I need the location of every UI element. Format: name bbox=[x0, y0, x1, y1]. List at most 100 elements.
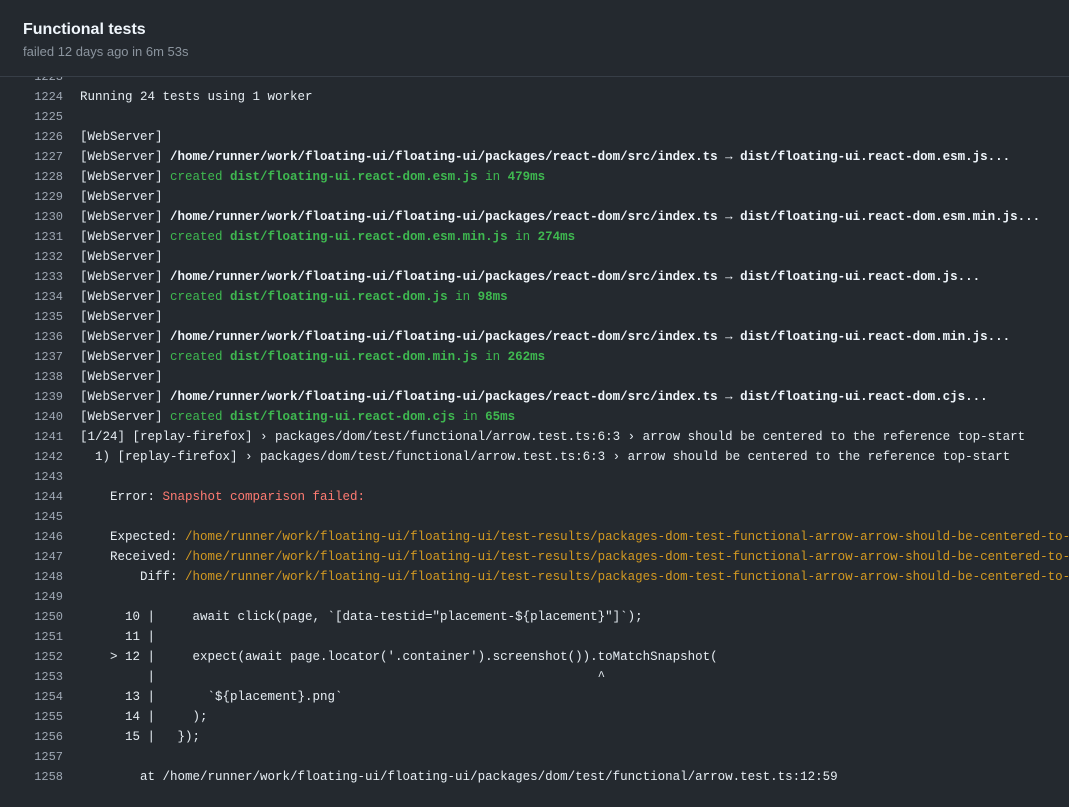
line-number[interactable]: 1230 bbox=[0, 207, 63, 227]
log-line[interactable]: 1248 Diff: /home/runner/work/floating-ui… bbox=[0, 567, 1069, 587]
log-line[interactable]: 1224 Running 24 tests using 1 worker bbox=[0, 87, 1069, 107]
log-line[interactable]: 1245 bbox=[0, 507, 1069, 527]
log-line-content: Received: /home/runner/work/floating-ui/… bbox=[63, 547, 1069, 567]
line-number[interactable]: 1225 bbox=[0, 107, 63, 127]
line-number[interactable]: 1247 bbox=[0, 547, 63, 567]
line-number[interactable]: 1237 bbox=[0, 347, 63, 367]
line-number[interactable]: 1235 bbox=[0, 307, 63, 327]
log-line-content: [WebServer] bbox=[63, 187, 163, 207]
line-number[interactable]: 1223 bbox=[0, 77, 63, 87]
log-line-content: 15 | }); bbox=[63, 727, 200, 747]
log-segment: Running 24 tests using 1 worker bbox=[80, 90, 313, 104]
log-line[interactable]: 1237 [WebServer] created dist/floating-ui… bbox=[0, 347, 1069, 367]
log-segment: created bbox=[170, 230, 231, 244]
log-segment: Expected: bbox=[80, 530, 186, 544]
line-number[interactable]: 1227 bbox=[0, 147, 63, 167]
log-segment: dist/floating-ui.react-dom.esm.min.js bbox=[230, 230, 508, 244]
line-number[interactable]: 1253 bbox=[0, 667, 63, 687]
log-line[interactable]: 1240 [WebServer] created dist/floating-ui… bbox=[0, 407, 1069, 427]
log-line[interactable]: 1239 [WebServer] /home/runner/work/floati… bbox=[0, 387, 1069, 407]
log-viewer[interactable]: 1223 1224 Running 24 tests using 1 worker 1… bbox=[0, 77, 1069, 806]
log-line[interactable]: 1225 bbox=[0, 107, 1069, 127]
line-number[interactable]: 1224 bbox=[0, 87, 63, 107]
log-line[interactable]: 1223 bbox=[0, 77, 1069, 87]
line-number[interactable]: 1250 bbox=[0, 607, 63, 627]
line-number[interactable]: 1251 bbox=[0, 627, 63, 647]
line-number[interactable]: 1240 bbox=[0, 407, 63, 427]
log-line[interactable]: 1247 Received: /home/runner/work/floatin… bbox=[0, 547, 1069, 567]
line-number[interactable]: 1245 bbox=[0, 507, 63, 527]
log-line[interactable]: 1251 11 | bbox=[0, 627, 1069, 647]
log-line[interactable]: 1257 bbox=[0, 747, 1069, 767]
log-line[interactable]: 1226 [WebServer] bbox=[0, 127, 1069, 147]
job-title: Functional tests bbox=[23, 21, 146, 38]
log-line[interactable]: 1255 14 | ); bbox=[0, 707, 1069, 727]
line-number[interactable]: 1256 bbox=[0, 727, 63, 747]
log-line[interactable]: 1243 bbox=[0, 467, 1069, 487]
log-segment: [WebServer] bbox=[80, 150, 171, 164]
line-number[interactable]: 1258 bbox=[0, 767, 63, 787]
line-number[interactable]: 1252 bbox=[0, 647, 63, 667]
log-line-content: [WebServer] created dist/floating-ui.rea… bbox=[63, 167, 545, 187]
log-line-content: [1/24] [replay-firefox] › packages/dom/t… bbox=[63, 427, 1025, 447]
log-line[interactable]: 1250 10 | await click(page, `[data-testi… bbox=[0, 607, 1069, 627]
line-number[interactable]: 1249 bbox=[0, 587, 63, 607]
log-line[interactable]: 1249 bbox=[0, 587, 1069, 607]
log-line-content: [WebServer] /home/runner/work/floating-u… bbox=[63, 387, 988, 407]
log-segment: 1) [replay-firefox] › packages/dom/test/… bbox=[80, 450, 1011, 464]
log-line[interactable]: 1253 | ^ bbox=[0, 667, 1069, 687]
log-line[interactable]: 1232 [WebServer] bbox=[0, 247, 1069, 267]
log-line[interactable]: 1246 Expected: /home/runner/work/floatin… bbox=[0, 527, 1069, 547]
log-line[interactable]: 1254 13 | `${placement}.png` bbox=[0, 687, 1069, 707]
line-number[interactable]: 1243 bbox=[0, 467, 63, 487]
line-number[interactable]: 1239 bbox=[0, 387, 63, 407]
line-number[interactable]: 1248 bbox=[0, 567, 63, 587]
log-segment: Diff: bbox=[80, 570, 186, 584]
log-line[interactable]: 1229 [WebServer] bbox=[0, 187, 1069, 207]
line-number[interactable]: 1228 bbox=[0, 167, 63, 187]
line-number[interactable]: 1238 bbox=[0, 367, 63, 387]
log-line-content: 13 | `${placement}.png` bbox=[63, 687, 343, 707]
log-line[interactable]: 1252 > 12 | expect(await page.locator('.… bbox=[0, 647, 1069, 667]
log-line[interactable]: 1256 15 | }); bbox=[0, 727, 1069, 747]
log-line-content: [WebServer] /home/runner/work/floating-u… bbox=[63, 207, 1040, 227]
line-number[interactable]: 1255 bbox=[0, 707, 63, 727]
log-line[interactable]: 1242 1) [replay-firefox] › packages/dom/… bbox=[0, 447, 1069, 467]
log-segment: > 12 | expect(await page.locator('.conta… bbox=[80, 650, 718, 664]
log-segment: [WebServer] bbox=[80, 170, 171, 184]
line-number[interactable]: 1233 bbox=[0, 267, 63, 287]
line-number[interactable]: 1232 bbox=[0, 247, 63, 267]
log-line[interactable]: 1244 Error: Snapshot comparison failed: bbox=[0, 487, 1069, 507]
log-segment: [WebServer] bbox=[80, 230, 171, 244]
log-line-content: > 12 | expect(await page.locator('.conta… bbox=[63, 647, 718, 667]
log-segment: created bbox=[170, 170, 231, 184]
line-number[interactable]: 1231 bbox=[0, 227, 63, 247]
log-line[interactable]: 1230 [WebServer] /home/runner/work/floati… bbox=[0, 207, 1069, 227]
log-line[interactable]: 1231 [WebServer] created dist/floating-ui… bbox=[0, 227, 1069, 247]
line-number[interactable]: 1242 bbox=[0, 447, 63, 467]
log-line[interactable]: 1238 [WebServer] bbox=[0, 367, 1069, 387]
log-segment: dist/floating-ui.react-dom.min.js bbox=[230, 350, 478, 364]
log-line-content bbox=[63, 507, 80, 527]
line-number[interactable]: 1236 bbox=[0, 327, 63, 347]
line-number[interactable]: 1234 bbox=[0, 287, 63, 307]
log-line-content: 14 | ); bbox=[63, 707, 208, 727]
line-number[interactable]: 1226 bbox=[0, 127, 63, 147]
log-line[interactable]: 1241 [1/24] [replay-firefox] › packages/d… bbox=[0, 427, 1069, 447]
line-number[interactable]: 1257 bbox=[0, 747, 63, 767]
log-segment: in bbox=[477, 170, 508, 184]
line-number[interactable]: 1246 bbox=[0, 527, 63, 547]
log-line[interactable]: 1234 [WebServer] created dist/floating-ui… bbox=[0, 287, 1069, 307]
line-number[interactable]: 1229 bbox=[0, 187, 63, 207]
log-line-content: [WebServer] created dist/floating-ui.rea… bbox=[63, 287, 508, 307]
log-line[interactable]: 1227 [WebServer] /home/runner/work/floati… bbox=[0, 147, 1069, 167]
log-line[interactable]: 1235 [WebServer] bbox=[0, 307, 1069, 327]
line-number[interactable]: 1254 bbox=[0, 687, 63, 707]
line-number[interactable]: 1241 bbox=[0, 427, 63, 447]
log-line[interactable]: 1228 [WebServer] created dist/floating-ui… bbox=[0, 167, 1069, 187]
log-segment: dist/floating-ui.react-dom.esm.js bbox=[230, 170, 478, 184]
log-line[interactable]: 1233 [WebServer] /home/runner/work/floati… bbox=[0, 267, 1069, 287]
log-line[interactable]: 1258 at /home/runner/work/floating-ui/fl… bbox=[0, 767, 1069, 787]
line-number[interactable]: 1244 bbox=[0, 487, 63, 507]
log-line[interactable]: 1236 [WebServer] /home/runner/work/floati… bbox=[0, 327, 1069, 347]
